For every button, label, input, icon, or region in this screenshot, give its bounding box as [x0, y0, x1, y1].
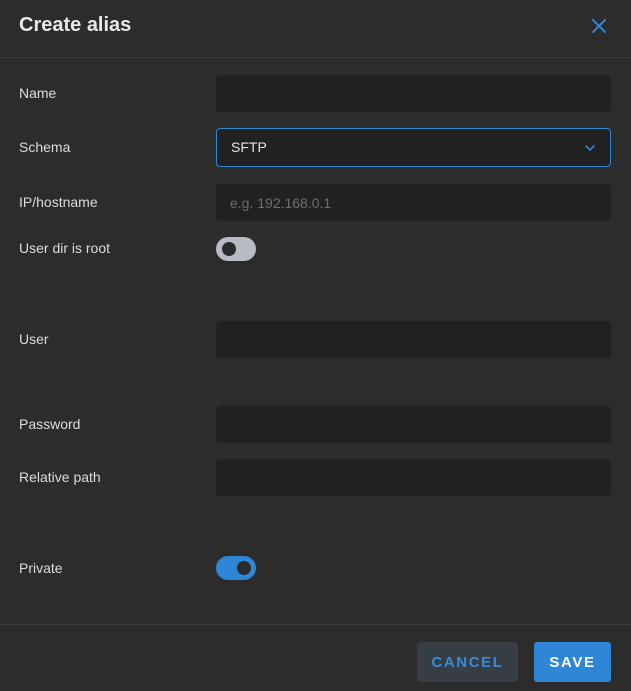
- relative-path-label: Relative path: [19, 469, 101, 485]
- dialog-title: Create alias: [19, 14, 132, 36]
- relative-path-input[interactable]: [216, 459, 611, 496]
- user-input[interactable]: [216, 321, 611, 358]
- create-alias-dialog: Create alias Name Schema SFTP IP/hostnam…: [0, 0, 631, 691]
- schema-selected-value: SFTP: [231, 139, 267, 155]
- private-label: Private: [19, 560, 63, 576]
- close-icon: [592, 19, 606, 33]
- name-input[interactable]: [216, 75, 611, 112]
- chevron-down-icon: [585, 145, 595, 151]
- toggle-knob: [237, 561, 251, 575]
- user-dir-is-root-toggle[interactable]: [216, 237, 256, 261]
- cancel-button[interactable]: CANCEL: [417, 642, 518, 682]
- private-toggle[interactable]: [216, 556, 256, 580]
- ip-hostname-input[interactable]: [216, 184, 611, 221]
- name-label: Name: [19, 85, 57, 101]
- schema-select[interactable]: SFTP: [216, 128, 611, 167]
- schema-label: Schema: [19, 139, 71, 155]
- dialog-header: Create alias: [0, 0, 631, 58]
- toggle-knob: [222, 242, 236, 256]
- dialog-footer: CANCEL SAVE: [0, 624, 631, 691]
- password-label: Password: [19, 416, 81, 432]
- user-dir-is-root-label: User dir is root: [19, 240, 111, 256]
- password-input[interactable]: [216, 406, 611, 443]
- ip-hostname-label: IP/hostname: [19, 194, 98, 210]
- save-button[interactable]: SAVE: [534, 642, 611, 682]
- user-label: User: [19, 331, 49, 347]
- close-button[interactable]: [588, 15, 610, 37]
